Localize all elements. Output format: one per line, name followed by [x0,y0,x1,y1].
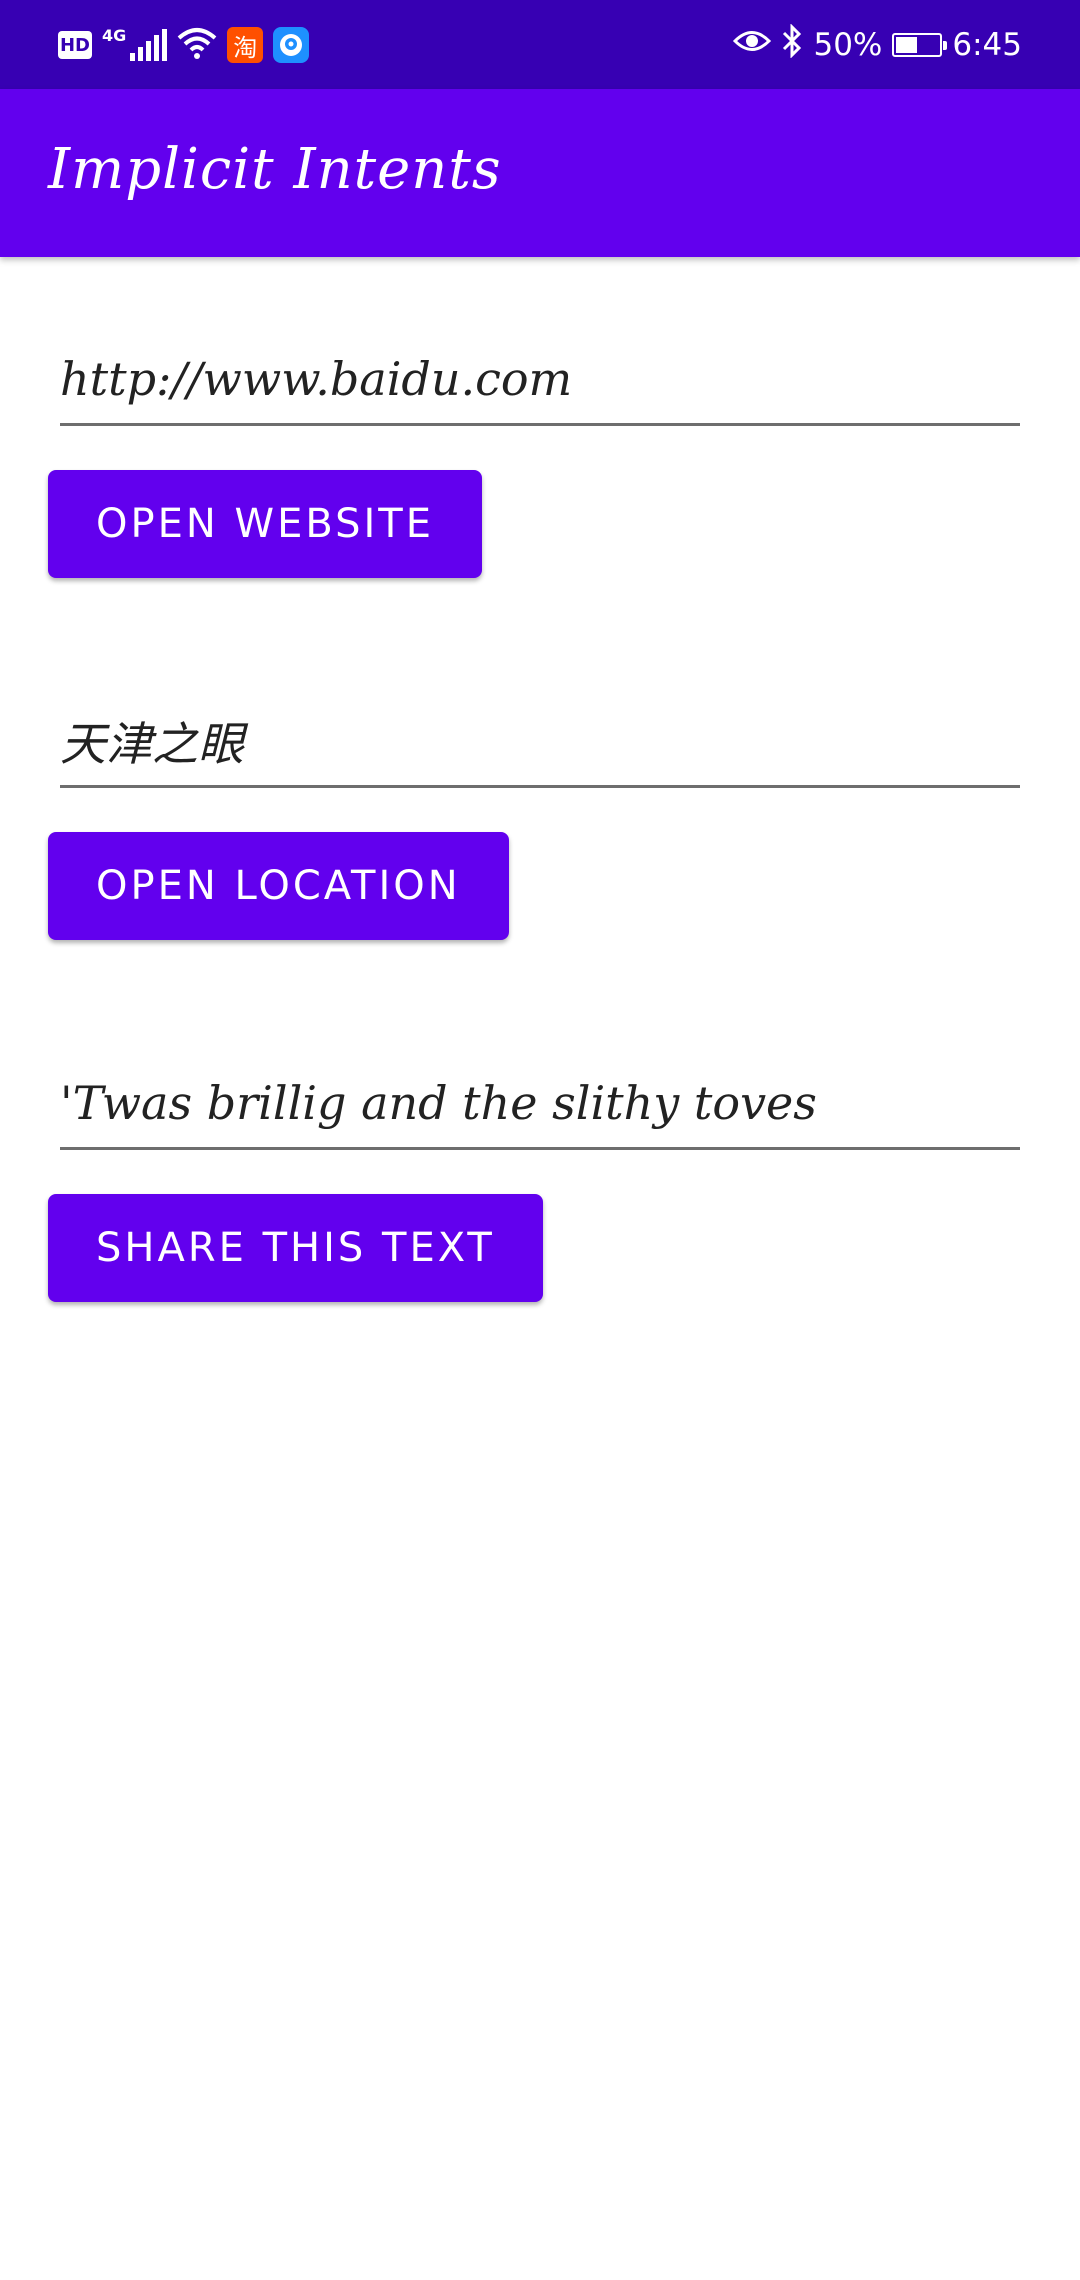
bluetooth-icon [781,23,803,66]
clock: 6:45 [952,27,1022,63]
battery-percent: 50% [813,27,883,63]
share-text-input[interactable] [60,1058,1020,1147]
network-type-label: 4G [102,25,127,45]
battery-level-fill [896,37,918,53]
notification-app-icon [273,27,310,63]
battery-charging-icon [892,33,948,57]
status-bar: HD 4G 淘 50% 6:45 [0,0,1080,89]
signal-icon [130,29,168,61]
status-bar-right: 50% 6:45 [733,23,1022,66]
eye-icon [733,26,772,64]
status-bar-left: HD 4G 淘 [58,24,310,66]
location-input[interactable] [60,696,1020,785]
open-website-button[interactable]: OPEN WEBSITE [48,470,482,578]
app-title: Implicit Intents [48,137,502,202]
open-location-button[interactable]: OPEN LOCATION [48,832,509,940]
hd-icon: HD [58,31,92,59]
wifi-icon [177,26,217,64]
taobao-app-icon: 淘 [227,27,264,63]
share-text-field [60,1058,1020,1150]
share-this-text-button[interactable]: SHARE THIS TEXT [48,1194,543,1302]
location-field [60,696,1020,788]
app-bar: Implicit Intents [0,89,1080,257]
website-url-input[interactable] [60,334,1020,423]
website-field [60,334,1020,426]
